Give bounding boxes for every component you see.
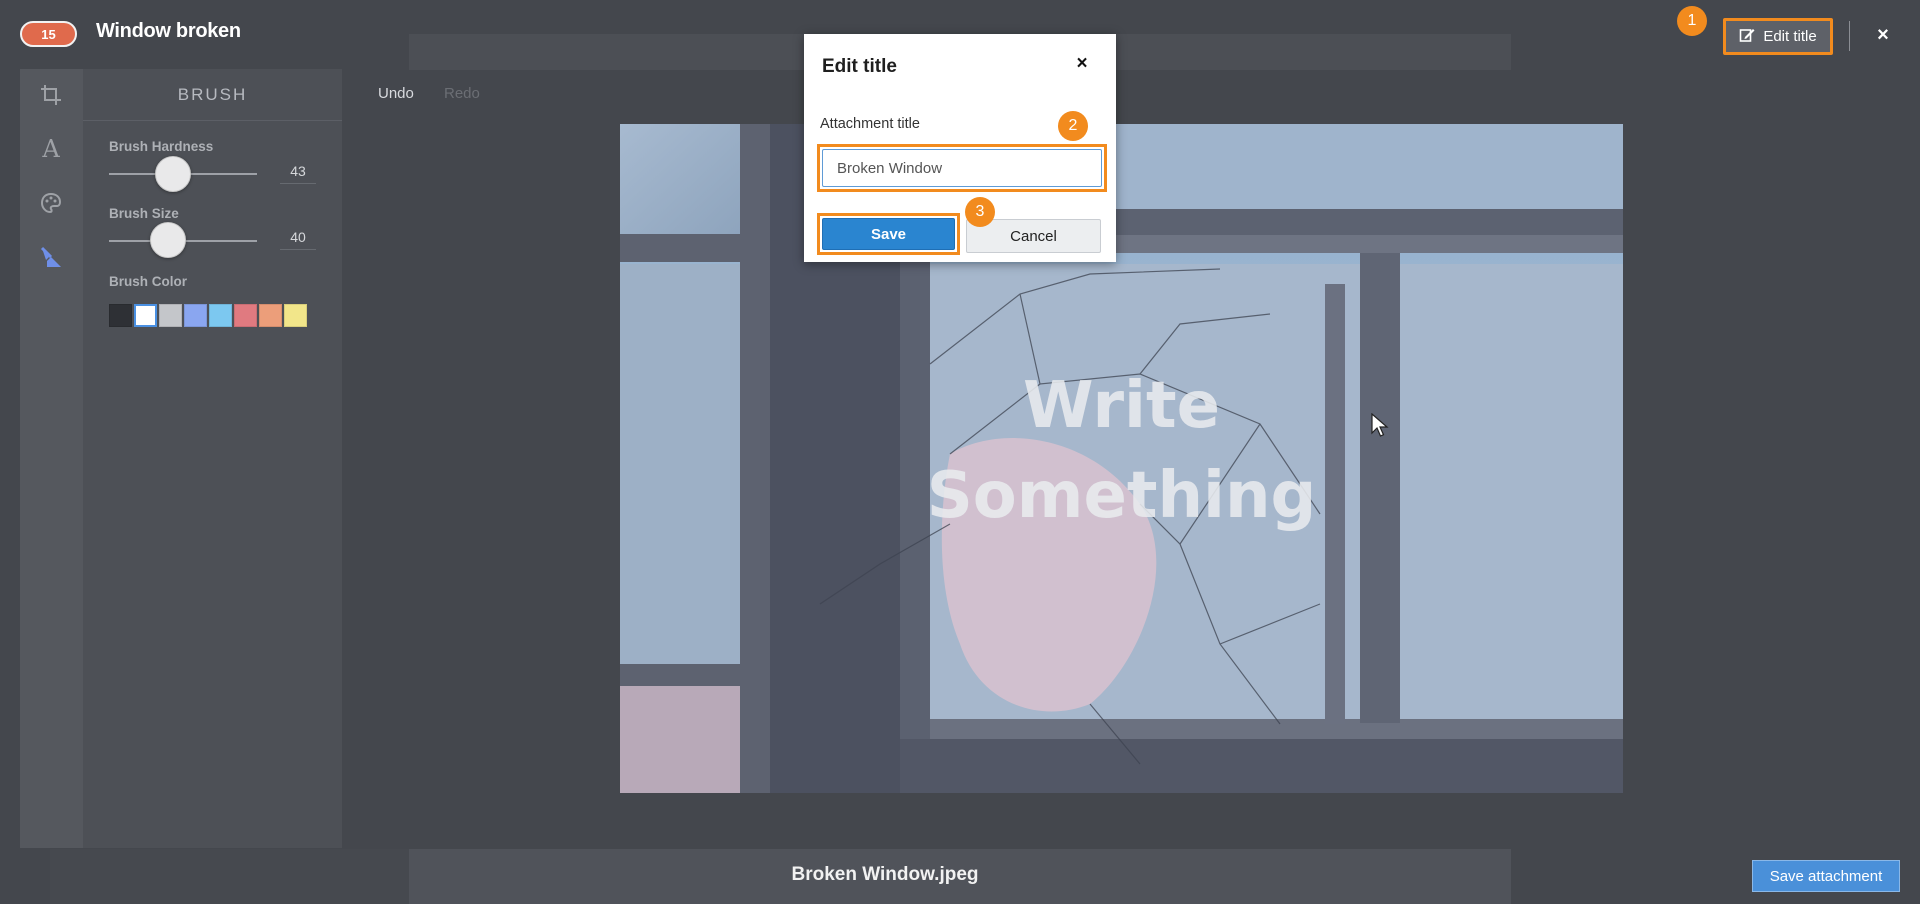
- step-marker-2: 2: [1058, 111, 1088, 141]
- canvas-text-line-1[interactable]: Write: [620, 369, 1623, 443]
- attachment-title-highlight: [817, 144, 1107, 192]
- brush-hardness-value[interactable]: 43: [280, 163, 316, 184]
- brush-hardness-slider[interactable]: [154, 156, 191, 192]
- save-highlight: Save: [817, 213, 960, 255]
- brush-color-swatch[interactable]: [284, 304, 307, 327]
- redo-button[interactable]: Redo: [444, 85, 480, 102]
- crop-icon[interactable]: [38, 82, 64, 108]
- brush-color-swatch[interactable]: [259, 304, 282, 327]
- brush-panel: BRUSH Brush Hardness 43 Brush Size 40 Br…: [83, 69, 342, 848]
- attachment-title-input[interactable]: [822, 149, 1102, 187]
- brush-color-label: Brush Color: [109, 274, 188, 289]
- canvas-text-line-2[interactable]: Something: [620, 459, 1623, 533]
- brush-color-swatches: [109, 304, 307, 327]
- brush-color-swatch[interactable]: [234, 304, 257, 327]
- text-icon[interactable]: A: [38, 135, 64, 163]
- dialog-save-button[interactable]: Save: [822, 218, 955, 250]
- background-panel: [50, 849, 409, 904]
- brush-hardness-label: Brush Hardness: [109, 139, 214, 154]
- image-canvas[interactable]: Write Something: [620, 124, 1623, 793]
- brush-color-swatch[interactable]: [134, 304, 157, 327]
- dialog-title: Edit title: [822, 56, 897, 77]
- brush-color-swatch[interactable]: [159, 304, 182, 327]
- brush-color-swatch[interactable]: [184, 304, 207, 327]
- edit-title-button[interactable]: Edit title: [1723, 18, 1833, 55]
- step-marker-1: 1: [1677, 6, 1707, 36]
- brush-panel-header: BRUSH: [83, 69, 342, 121]
- edit-title-label: Edit title: [1763, 28, 1817, 45]
- attachment-file-name: Broken Window.jpeg: [791, 864, 979, 885]
- dialog-close-button[interactable]: ×: [1070, 52, 1094, 76]
- brush-color-swatch[interactable]: [209, 304, 232, 327]
- close-icon: ×: [1877, 23, 1889, 46]
- brush-icon[interactable]: [38, 244, 64, 270]
- card-count-badge: 15: [20, 21, 77, 47]
- card-title: Window broken: [96, 20, 241, 42]
- close-editor-button[interactable]: ×: [1872, 22, 1894, 48]
- brush-color-swatch[interactable]: [109, 304, 132, 327]
- attachment-title-label: Attachment title: [820, 116, 920, 132]
- brush-size-value[interactable]: 40: [280, 229, 316, 250]
- close-icon: ×: [1076, 53, 1088, 74]
- tool-rail: A: [20, 69, 83, 848]
- save-attachment-button[interactable]: Save attachment: [1752, 860, 1900, 892]
- step-marker-3: 3: [965, 197, 995, 227]
- toolbar-divider: [1849, 21, 1850, 51]
- mouse-cursor-icon: [1371, 412, 1389, 444]
- palette-icon[interactable]: [38, 190, 64, 216]
- undo-button[interactable]: Undo: [378, 85, 414, 102]
- edit-icon: [1739, 27, 1755, 47]
- brush-size-slider[interactable]: [150, 222, 187, 258]
- brush-size-label: Brush Size: [109, 206, 179, 221]
- edit-title-dialog: Edit title × Attachment title Save Cance…: [804, 34, 1116, 262]
